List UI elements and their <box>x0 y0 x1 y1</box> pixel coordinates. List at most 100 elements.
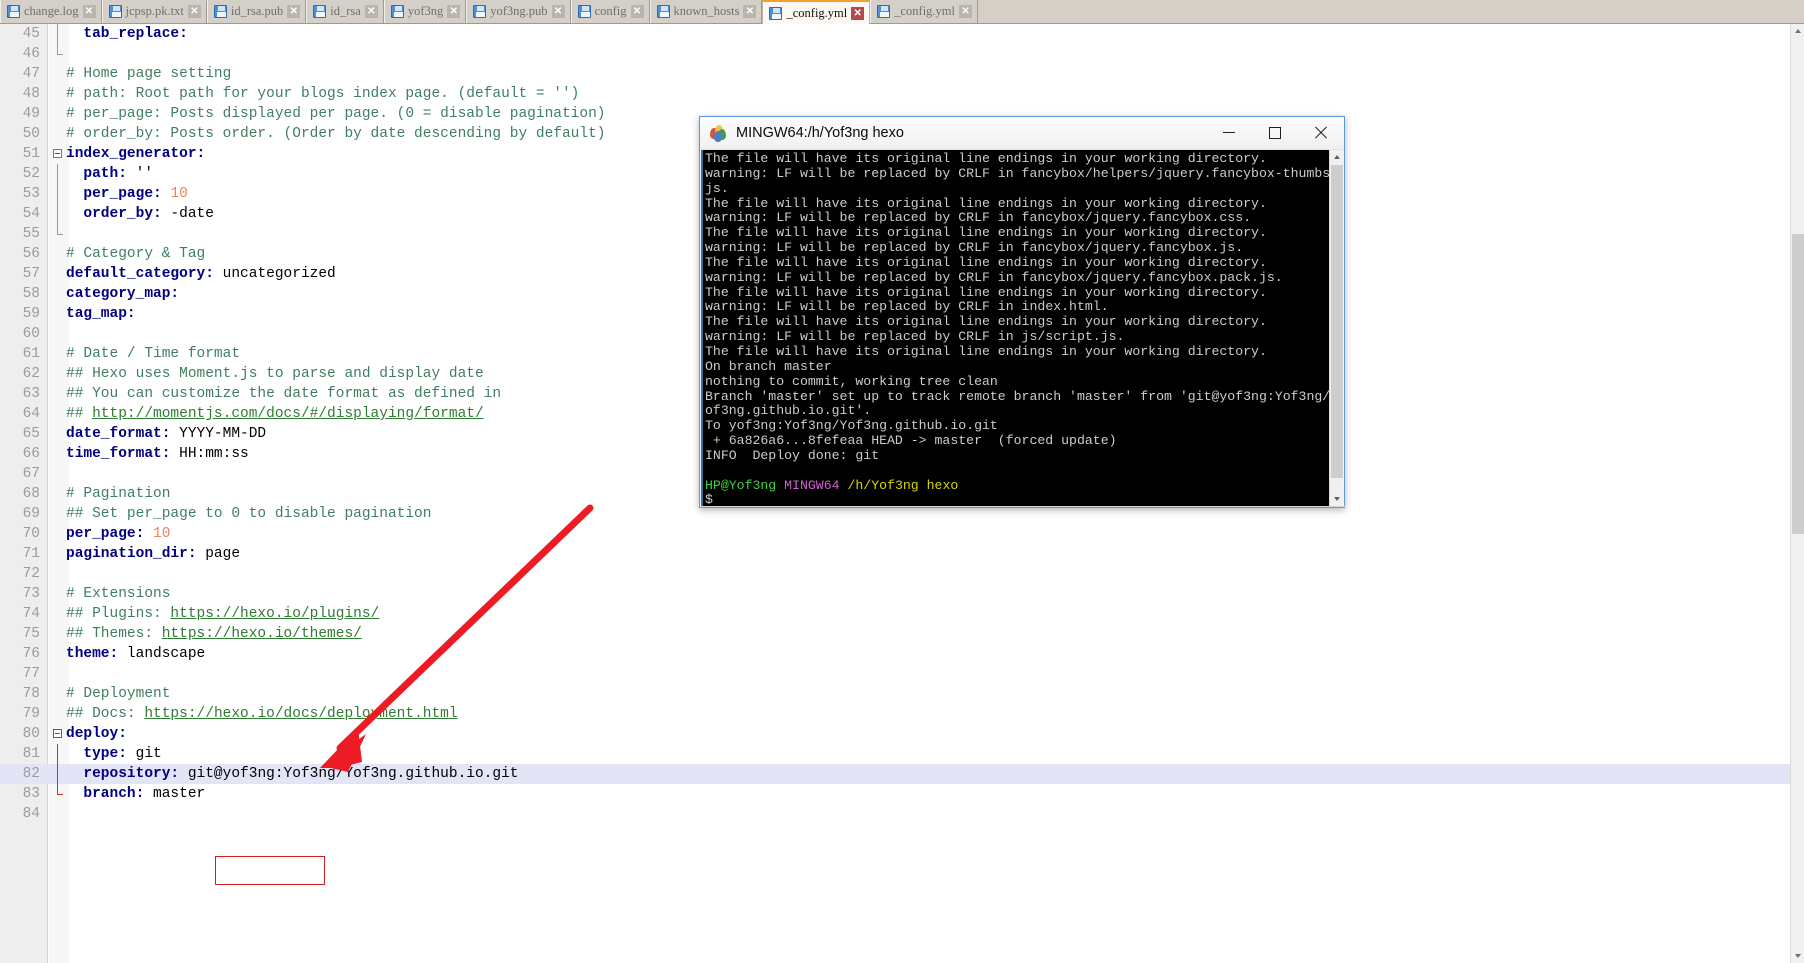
scroll-down-arrow-icon[interactable] <box>1791 949 1804 963</box>
editor-tab-bar: change.log ✕ jcpsp.pk.txt ✕ id_rsa.pub ✕ id_rs… <box>0 0 1804 24</box>
line-number: 71 <box>22 546 40 562</box>
scroll-up-arrow-icon[interactable] <box>1791 24 1804 38</box>
code-line[interactable]: 71 pagination_dir: page <box>0 544 1790 564</box>
maximize-button[interactable] <box>1252 117 1298 149</box>
terminal-token: js. <box>705 180 729 196</box>
fold-toggle-icon[interactable] <box>53 149 62 158</box>
line-number: 81 <box>22 746 40 762</box>
tab-close-icon[interactable]: ✕ <box>447 5 461 18</box>
code-line[interactable]: 80 deploy: <box>0 724 1790 744</box>
code-line-text: time_format: HH:mm:ss <box>66 444 249 464</box>
line-number: 66 <box>22 446 40 462</box>
code-line[interactable]: 77 <box>0 664 1790 684</box>
editor-tab[interactable]: jcpsp.pk.txt ✕ <box>101 0 207 23</box>
terminal-scroll-down-arrow-icon[interactable] <box>1330 492 1344 507</box>
code-line[interactable]: 83 branch: master <box>0 784 1790 804</box>
fold-guide-end <box>57 224 63 235</box>
mingw64-terminal-window[interactable]: MINGW64:/h/Yof3ng hexo The file will hav… <box>699 116 1345 508</box>
terminal-output[interactable]: The file will have its original line end… <box>701 150 1331 507</box>
terminal-token: MINGW64 <box>784 477 840 493</box>
terminal-token: The file will have its original line end… <box>705 225 1267 241</box>
code-token-str: -date <box>161 206 214 222</box>
editor-scrollbar-thumb[interactable] <box>1792 234 1804 534</box>
tab-close-icon[interactable]: ✕ <box>287 5 301 18</box>
tab-close-icon[interactable]: ✕ <box>630 5 644 18</box>
code-line-text: # path: Root path for your blogs index p… <box>66 84 579 104</box>
code-token-str <box>66 206 83 222</box>
terminal-vertical-scrollbar[interactable] <box>1329 150 1344 507</box>
editor-tab[interactable]: yof3ng ✕ <box>383 0 467 23</box>
tab-close-icon[interactable]: ✕ <box>959 5 973 18</box>
terminal-token: The file will have its original line end… <box>705 343 1267 359</box>
code-line[interactable]: 48 # path: Root path for your blogs index… <box>0 84 1790 104</box>
line-number: 59 <box>22 306 40 322</box>
terminal-line: The file will have its original line end… <box>705 196 1331 212</box>
code-line[interactable]: 74 ## Plugins: https://hexo.io/plugins/ <box>0 604 1790 624</box>
editor-vertical-scrollbar[interactable] <box>1790 24 1804 963</box>
code-line-text: per_page: 10 <box>66 524 170 544</box>
close-icon <box>1314 126 1328 140</box>
code-line[interactable]: 76 theme: landscape <box>0 644 1790 664</box>
tab-close-icon[interactable]: ✕ <box>364 5 378 18</box>
code-line[interactable]: 72 <box>0 564 1790 584</box>
editor-tab-label: _config.yml <box>786 5 848 20</box>
tab-close-icon[interactable]: ✕ <box>187 5 201 18</box>
close-button[interactable] <box>1298 117 1344 149</box>
editor-tab[interactable]: change.log ✕ <box>0 0 102 23</box>
code-line[interactable]: 70 per_page: 10 <box>0 524 1790 544</box>
code-line[interactable]: 45 tab_replace: <box>0 24 1790 44</box>
fold-guide-line <box>57 764 58 784</box>
save-file-icon <box>313 5 327 18</box>
code-token-k: order_by: <box>83 206 162 222</box>
code-token-lnk: https://hexo.io/plugins/ <box>170 606 380 622</box>
code-line[interactable]: 75 ## Themes: https://hexo.io/themes/ <box>0 624 1790 644</box>
terminal-line: + 6a826a6...8fefeaa HEAD -> master (forc… <box>705 433 1331 449</box>
line-number: 68 <box>22 486 40 502</box>
code-line[interactable]: 47 # Home page setting <box>0 64 1790 84</box>
code-line[interactable]: 81 type: git <box>0 744 1790 764</box>
editor-tab[interactable]: known_hosts ✕ <box>649 0 763 23</box>
code-line-text: date_format: YYYY-MM-DD <box>66 424 266 444</box>
code-line[interactable]: 84 <box>0 804 1790 824</box>
fold-toggle-icon[interactable] <box>53 729 62 738</box>
editor-tab[interactable]: id_rsa ✕ <box>306 0 384 23</box>
editor-tab-label: jcpsp.pk.txt <box>125 4 184 18</box>
code-token-k: index_generator: <box>66 146 206 162</box>
editor-tab[interactable]: config ✕ <box>570 0 650 23</box>
line-number: 76 <box>22 646 40 662</box>
code-line[interactable]: 82 repository: git@yof3ng:Yof3ng/Yof3ng.… <box>0 764 1790 784</box>
line-number: 67 <box>22 466 40 482</box>
tab-close-icon[interactable]: ✕ <box>82 5 96 18</box>
tab-close-icon[interactable]: ✕ <box>743 5 757 18</box>
editor-tab[interactable]: yof3ng.pub ✕ <box>466 0 571 23</box>
code-line[interactable]: 46 <box>0 44 1790 64</box>
code-line[interactable]: 73 # Extensions <box>0 584 1790 604</box>
code-line-text: pagination_dir: page <box>66 544 240 564</box>
minimize-button[interactable] <box>1206 117 1252 149</box>
code-line-text: ## Docs: https://hexo.io/docs/deployment… <box>66 704 458 724</box>
terminal-token: To yof3ng:Yof3ng/Yof3ng.github.io.git <box>705 418 998 434</box>
tab-close-icon[interactable]: ✕ <box>851 6 865 20</box>
code-token-cm: ## Docs: <box>66 706 145 722</box>
editor-tab-active[interactable]: _config.yml ✕ <box>762 0 871 24</box>
code-line[interactable]: 79 ## Docs: https://hexo.io/docs/deployme… <box>0 704 1790 724</box>
line-number: 83 <box>22 786 40 802</box>
terminal-token: nothing to commit, working tree clean <box>705 373 998 389</box>
code-token-lnk: https://hexo.io/themes/ <box>161 626 362 642</box>
code-token-k: per_page: <box>66 526 145 542</box>
tab-close-icon[interactable]: ✕ <box>551 5 565 18</box>
code-line-text: # Category & Tag <box>66 244 205 264</box>
code-token-cm: # Date / Time format <box>66 346 241 362</box>
terminal-scroll-up-arrow-icon[interactable] <box>1330 150 1344 165</box>
fold-guide-end <box>57 44 63 55</box>
terminal-scrollbar-thumb[interactable] <box>1331 165 1343 478</box>
terminal-line: Branch 'master' set up to track remote b… <box>705 389 1331 405</box>
editor-tab[interactable]: _config.yml ✕ <box>870 0 979 23</box>
code-line-text: branch: master <box>66 784 205 804</box>
line-number: 58 <box>22 286 40 302</box>
terminal-title-bar[interactable]: MINGW64:/h/Yof3ng hexo <box>700 117 1344 150</box>
editor-tab[interactable]: id_rsa.pub ✕ <box>206 0 307 23</box>
window-controls <box>1206 117 1344 150</box>
code-line[interactable]: 78 # Deployment <box>0 684 1790 704</box>
code-token-k: date_format: <box>66 426 171 442</box>
